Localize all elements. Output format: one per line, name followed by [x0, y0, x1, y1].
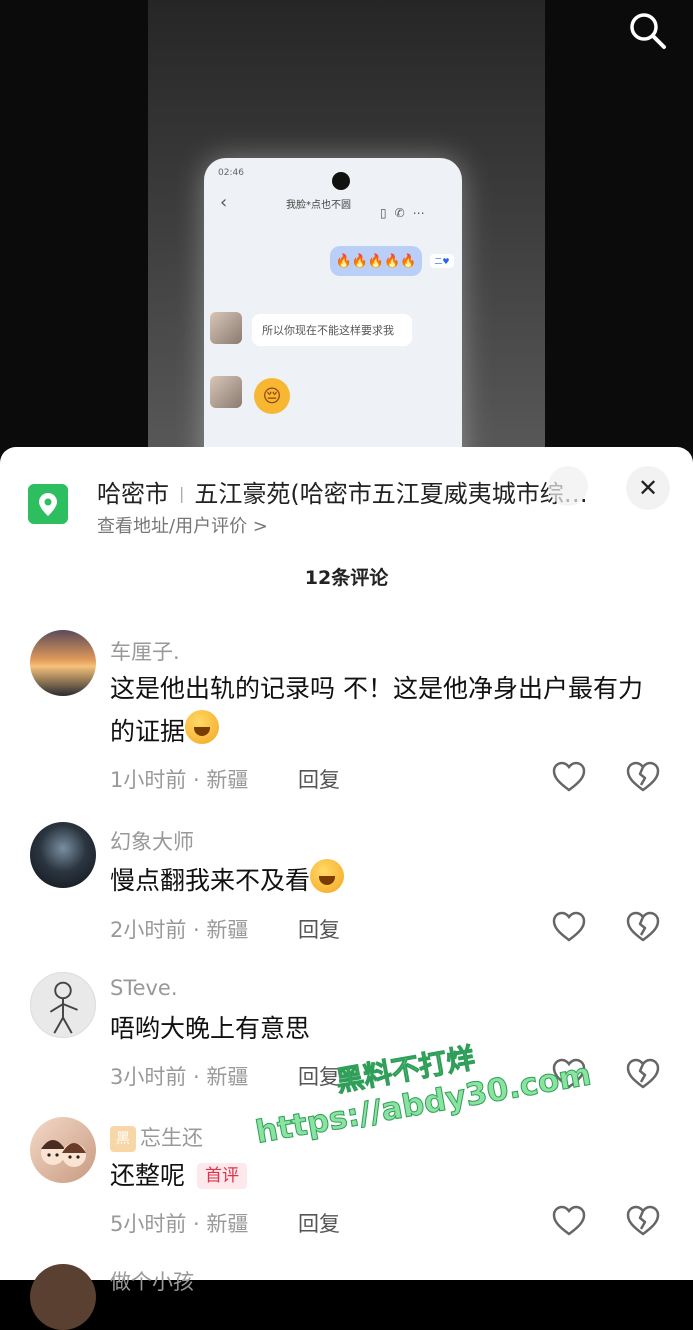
- reply-button[interactable]: 回复: [298, 914, 340, 944]
- laughing-emoji-icon: [185, 710, 220, 744]
- chat-sent-message: 🔥🔥🔥🔥🔥: [330, 246, 422, 276]
- chat-received-message: 所以你现在不能这样要求我: [252, 314, 412, 346]
- reply-button[interactable]: 回复: [298, 1208, 340, 1238]
- phone-camera-notch: [332, 172, 350, 190]
- comment-body: 慢点翻我来不及看: [110, 866, 311, 895]
- comment-time: 1小时前: [110, 768, 187, 792]
- overlay-circle: [548, 466, 588, 506]
- avatar[interactable]: [30, 822, 96, 888]
- broken-heart-icon[interactable]: [626, 1058, 660, 1090]
- chat-emoji: 😔: [254, 378, 290, 414]
- chat-toolbar-icons: ▯✆⋯: [380, 206, 433, 220]
- first-comment-badge: 首评: [197, 1163, 248, 1189]
- comment-time: 3小时前: [110, 1065, 187, 1089]
- phone-time: 02:46: [218, 168, 244, 178]
- comment-author[interactable]: STeve.: [110, 976, 178, 1000]
- comment-author[interactable]: 幻象大师: [110, 826, 194, 856]
- close-icon[interactable]: ✕: [626, 466, 670, 510]
- comment-region: 新疆: [206, 768, 249, 792]
- reply-button[interactable]: 回复: [298, 1061, 340, 1091]
- comment-author[interactable]: 车厘子.: [110, 636, 180, 666]
- chat-avatar: [210, 376, 242, 408]
- avatar[interactable]: [30, 972, 96, 1038]
- location-pin-icon[interactable]: [28, 484, 68, 524]
- chat-sent-tag: 二♥: [430, 254, 454, 268]
- chat-back-icon: ‹: [220, 192, 228, 213]
- chat-title: 我脸*点也不圆: [286, 200, 351, 211]
- avatar[interactable]: [30, 630, 96, 696]
- comment-time: 5小时前: [110, 1212, 187, 1236]
- location-city: 哈密市: [97, 480, 169, 508]
- comment-time: 2小时前: [110, 918, 187, 942]
- comment-author[interactable]: 黑忘生还: [110, 1122, 203, 1152]
- chat-avatar: [210, 312, 242, 344]
- comment-text: 这是他出轨的记录吗 不！这是他净身出户最有力的证据: [110, 668, 650, 753]
- couple-cartoon-avatar: [41, 1140, 86, 1167]
- broken-heart-icon[interactable]: [626, 1205, 660, 1237]
- avatar[interactable]: [30, 1117, 96, 1183]
- phone-screenshot: 02:46 ‹ 我脸*点也不圆 ▯✆⋯ 🔥🔥🔥🔥🔥 二♥ 所以你现在不能这样要求…: [204, 158, 462, 478]
- video-background[interactable]: 02:46 ‹ 我脸*点也不圆 ▯✆⋯ 🔥🔥🔥🔥🔥 二♥ 所以你现在不能这样要求…: [0, 0, 693, 478]
- comment-region: 新疆: [206, 918, 249, 942]
- broken-heart-icon[interactable]: [626, 911, 660, 943]
- comment-text: 唔哟大晚上有意思: [110, 1014, 311, 1043]
- heart-icon[interactable]: [552, 761, 586, 793]
- heart-icon[interactable]: [552, 1205, 586, 1237]
- location-subtitle-link[interactable]: 查看地址/用户评价 >: [97, 512, 268, 538]
- comments-count: 12条评论: [304, 567, 389, 589]
- comment-body: 还整呢: [110, 1161, 186, 1190]
- broken-heart-icon[interactable]: [626, 761, 660, 793]
- comment-author[interactable]: 做个小孩: [110, 1266, 194, 1296]
- location-separator: |: [179, 484, 185, 503]
- avatar[interactable]: [30, 1264, 96, 1330]
- location-place: 五江豪苑(哈密市五江夏威夷城市综…: [194, 480, 588, 508]
- comment-text: 慢点翻我来不及看: [110, 859, 650, 902]
- comment-region: 新疆: [206, 1212, 249, 1236]
- comment-meta: 3小时前 · 新疆: [110, 1065, 249, 1089]
- comment-meta: 2小时前 · 新疆: [110, 918, 249, 942]
- heart-icon[interactable]: [552, 911, 586, 943]
- comment-meta: 1小时前 · 新疆: [110, 768, 249, 792]
- reply-button[interactable]: 回复: [298, 764, 340, 794]
- comment-author-name: 忘生还: [140, 1126, 203, 1150]
- laughing-emoji-icon: [310, 859, 345, 893]
- fan-badge: 黑: [110, 1126, 136, 1152]
- search-icon[interactable]: [625, 8, 669, 52]
- comment-region: 新疆: [206, 1065, 249, 1089]
- heart-icon[interactable]: [552, 1058, 586, 1090]
- comment-text: 还整呢 首评: [110, 1155, 650, 1197]
- comment-meta: 5小时前 · 新疆: [110, 1212, 249, 1236]
- stick-figure-avatar: [49, 981, 78, 1034]
